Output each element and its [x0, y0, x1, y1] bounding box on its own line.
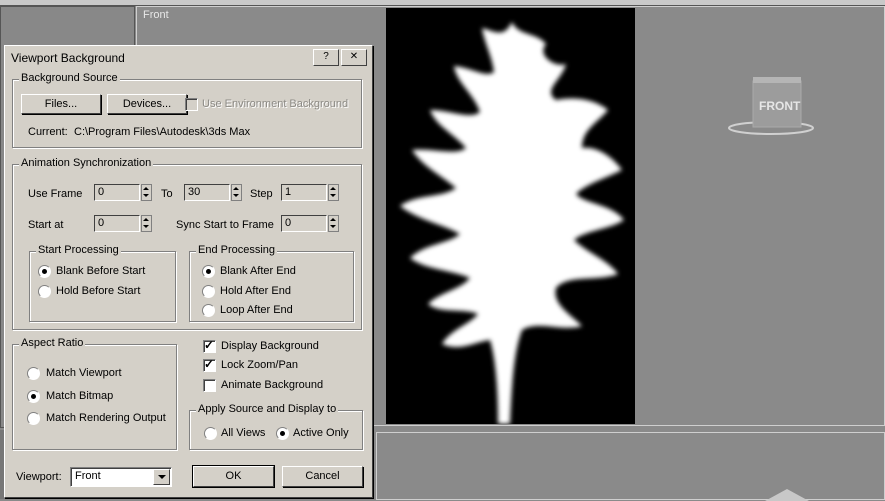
close-button[interactable]: ✕ — [341, 49, 367, 66]
spinner-arrows-icon[interactable] — [141, 184, 152, 201]
background-bitmap-image — [386, 8, 635, 424]
animation-synchronization-group: Animation Synchronization Use Frame 0 To… — [12, 157, 362, 330]
leaf-silhouette — [400, 22, 624, 424]
active-only-label: Active Only — [293, 427, 349, 439]
blank-before-start-label: Blank Before Start — [56, 265, 146, 277]
start-at-value: 0 — [98, 217, 105, 229]
blank-before-start-radio[interactable] — [38, 265, 51, 278]
use-environment-background-checkbox[interactable] — [185, 98, 198, 111]
spinner-arrows-icon[interactable] — [328, 184, 339, 201]
display-background-checkbox[interactable]: ✓ — [203, 338, 216, 353]
viewport-background-dialog: Viewport Background ? ✕ Background Sourc… — [4, 45, 373, 498]
chevron-down-icon[interactable] — [153, 469, 170, 485]
loop-after-end-radio[interactable] — [202, 304, 215, 317]
display-background-label: Display Background — [221, 340, 319, 352]
lock-zoom-pan-label: Lock Zoom/Pan — [221, 359, 299, 371]
use-environment-background-label: Use Environment Background — [202, 98, 349, 110]
use-frame-field[interactable]: 0 — [94, 184, 140, 201]
background-source-group: Background Source Files... Devices... Us… — [12, 72, 362, 148]
cancel-button[interactable]: Cancel — [282, 466, 363, 487]
end-processing-group: End Processing Blank After End Hold Afte… — [189, 244, 354, 322]
dialog-title: Viewport Background — [11, 51, 125, 65]
group-label: Start Processing — [36, 244, 121, 256]
hold-before-start-radio[interactable] — [38, 285, 51, 298]
start-at-field[interactable]: 0 — [94, 215, 140, 232]
current-path: C:\Program Files\Autodesk\3ds Max — [74, 126, 251, 138]
hold-before-start-label: Hold Before Start — [56, 285, 141, 297]
use-frame-label: Use Frame — [28, 188, 83, 200]
dialog-titlebar[interactable]: Viewport Background ? ✕ — [7, 48, 370, 66]
match-viewport-label: Match Viewport — [46, 367, 122, 379]
hold-after-end-label: Hold After End — [220, 285, 291, 297]
viewport-select[interactable]: Front — [70, 467, 172, 487]
blank-after-end-radio[interactable] — [202, 265, 215, 278]
viewport-select-value: Front — [75, 470, 101, 482]
step-value: 1 — [285, 186, 292, 198]
all-views-label: All Views — [221, 427, 266, 439]
sync-start-label: Sync Start to Frame — [176, 219, 274, 231]
loop-after-end-label: Loop After End — [220, 304, 293, 316]
group-label: Animation Synchronization — [19, 157, 154, 169]
viewport-select-label: Viewport: — [16, 471, 62, 483]
apply-source-group: Apply Source and Display to All Views Ac… — [189, 403, 363, 450]
spinner-arrows-icon[interactable] — [141, 215, 152, 232]
viewport-bottom-right[interactable] — [376, 432, 885, 501]
group-label: Aspect Ratio — [19, 337, 86, 349]
viewcube[interactable]: FRONT — [727, 73, 815, 137]
aspect-ratio-group: Aspect Ratio Match Viewport Match Bitmap… — [12, 337, 177, 450]
match-viewport-radio[interactable] — [27, 367, 40, 380]
active-only-radio[interactable] — [276, 427, 289, 440]
viewcube-label: FRONT — [759, 99, 801, 113]
viewcube-partial-icon — [765, 489, 809, 501]
start-processing-group: Start Processing Blank Before Start Hold… — [29, 244, 176, 322]
start-at-spinner[interactable]: 0 — [94, 215, 152, 232]
step-field[interactable]: 1 — [281, 184, 327, 201]
start-at-label: Start at — [28, 219, 64, 231]
animate-background-label: Animate Background — [221, 379, 324, 391]
match-bitmap-label: Match Bitmap — [46, 390, 114, 402]
spinner-arrows-icon[interactable] — [231, 184, 242, 201]
match-bitmap-radio[interactable] — [27, 390, 40, 403]
match-rendering-output-label: Match Rendering Output — [46, 412, 166, 424]
ok-button[interactable]: OK — [192, 465, 275, 488]
to-value: 30 — [188, 186, 201, 198]
group-label: Apply Source and Display to — [196, 403, 339, 415]
help-button[interactable]: ? — [313, 49, 339, 66]
blank-after-end-label: Blank After End — [220, 265, 296, 277]
lock-zoom-pan-checkbox[interactable]: ✓ — [203, 357, 216, 372]
sync-start-spinner[interactable]: 0 — [281, 215, 339, 232]
current-label: Current: — [28, 126, 68, 138]
step-label: Step — [250, 188, 273, 200]
hold-after-end-radio[interactable] — [202, 285, 215, 298]
animate-background-checkbox[interactable] — [203, 379, 216, 392]
sync-start-field[interactable]: 0 — [281, 215, 327, 232]
spinner-arrows-icon[interactable] — [328, 215, 339, 232]
group-label: Background Source — [19, 72, 120, 84]
use-frame-spinner[interactable]: 0 — [94, 184, 152, 201]
to-spinner[interactable]: 30 — [184, 184, 242, 201]
viewport-label[interactable]: Front — [143, 9, 169, 21]
devices-button[interactable]: Devices... — [107, 94, 187, 114]
group-label: End Processing — [196, 244, 278, 256]
use-frame-value: 0 — [98, 186, 105, 198]
step-spinner[interactable]: 1 — [281, 184, 339, 201]
to-label: To — [161, 188, 173, 200]
sync-start-value: 0 — [285, 217, 292, 229]
to-field[interactable]: 30 — [184, 184, 230, 201]
match-rendering-output-radio[interactable] — [27, 412, 40, 425]
all-views-radio[interactable] — [204, 427, 217, 440]
files-button[interactable]: Files... — [21, 94, 101, 114]
